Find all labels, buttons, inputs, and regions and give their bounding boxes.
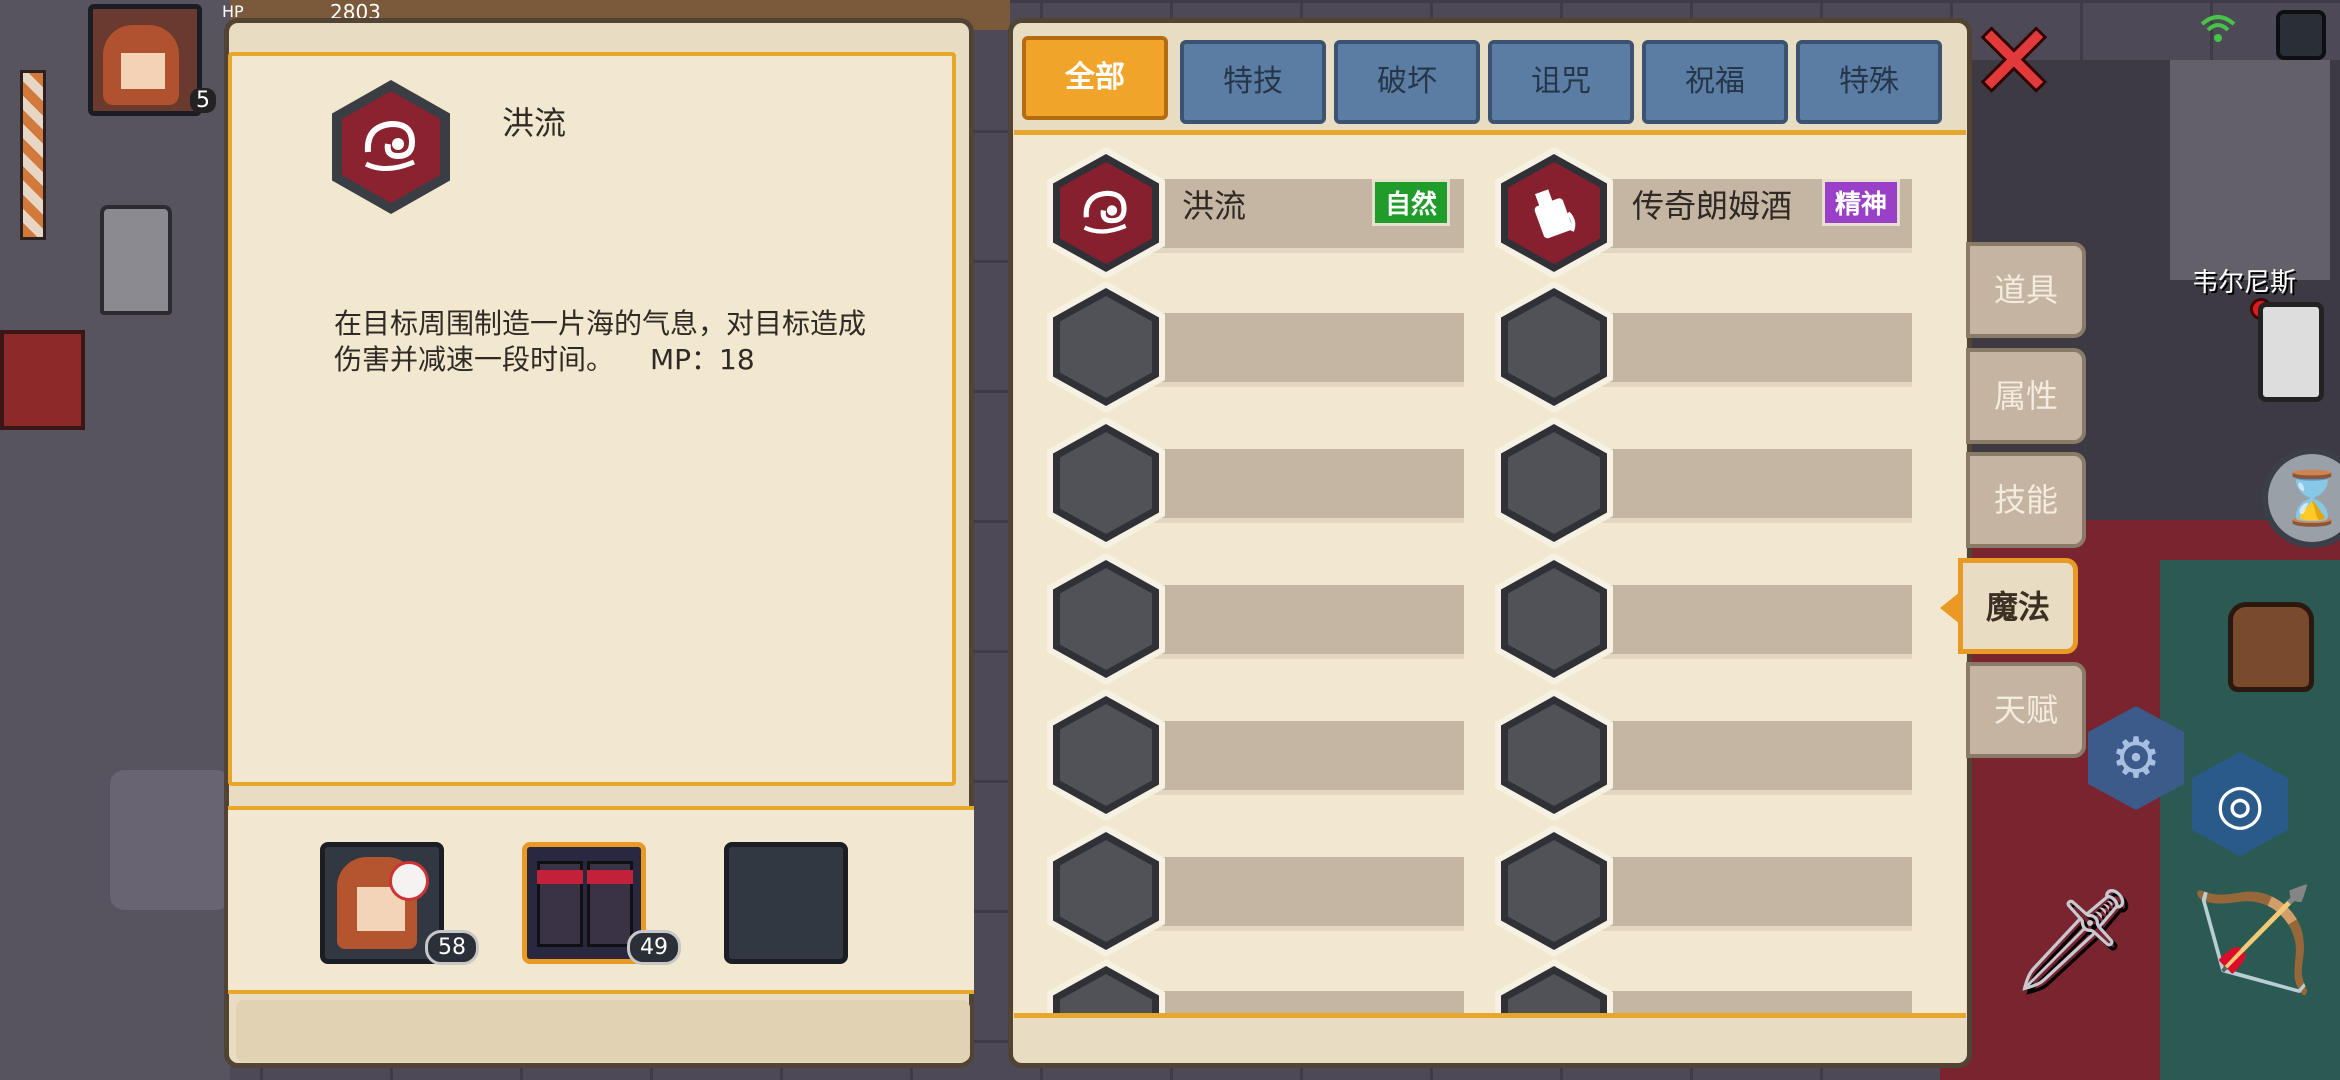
skill-name: 洪流: [1182, 187, 1247, 225]
description-text-2: 伤害并减速一段时间。: [334, 343, 615, 376]
skill-title: 洪流: [502, 104, 567, 142]
wifi-icon: [2200, 15, 2236, 42]
empty-slot-bar[interactable]: [1600, 721, 1912, 795]
category-tabs: 全部 特技 破坏 诅咒 祝福 特殊: [1020, 20, 1960, 124]
empty-slot-bar[interactable]: [1152, 991, 1464, 1013]
player-portrait[interactable]: [88, 4, 202, 116]
empty-skill-slot[interactable]: [1495, 281, 1613, 413]
skill-tag-nature: 自然: [1372, 179, 1451, 226]
minimap[interactable]: [2170, 60, 2330, 280]
empty-skill-slot[interactable]: [1047, 417, 1165, 549]
team-member-empty[interactable]: [724, 842, 848, 964]
empty-slot-bar[interactable]: [1600, 585, 1912, 659]
member-level: 49: [627, 930, 681, 965]
empty-slot-bar[interactable]: [1152, 585, 1464, 659]
sword-attack-icon[interactable]: 🗡: [2010, 880, 2137, 1000]
skill-tag-spirit: 精神: [1822, 179, 1901, 226]
phone-icon[interactable]: [2258, 302, 2324, 402]
side-tab-skills[interactable]: 技能: [1966, 452, 2086, 548]
tab-blessing[interactable]: 祝福: [1642, 40, 1788, 124]
empty-slot-bar[interactable]: [1152, 313, 1464, 387]
member-level: 58: [425, 930, 479, 965]
mp-cost: MP：18: [650, 343, 755, 376]
portrait-level: 5: [190, 88, 216, 113]
tab-destroy[interactable]: 破坏: [1334, 40, 1480, 124]
flood-wave-icon: [1083, 190, 1127, 234]
empty-skill-slot[interactable]: [1495, 689, 1613, 821]
portrait-face: [121, 53, 165, 89]
tab-special[interactable]: 特殊: [1796, 40, 1942, 124]
right-boot-icon: [587, 861, 633, 947]
empty-slot-bar[interactable]: [1600, 449, 1912, 523]
empty-slot-bar[interactable]: [1152, 449, 1464, 523]
empty-slot-bar[interactable]: [1152, 857, 1464, 931]
empty-skill-slot[interactable]: [1495, 825, 1613, 957]
empty-slot-bar[interactable]: [1600, 991, 1912, 1013]
bow-icon[interactable]: 🏹: [2190, 880, 2315, 1000]
wave-swirl-icon: [364, 120, 416, 171]
empty-skill-slot[interactable]: [1047, 825, 1165, 957]
empty-slot-bar[interactable]: [1152, 721, 1464, 795]
tab-curse[interactable]: 诅咒: [1488, 40, 1634, 124]
description-line-2: 伤害并减速一段时间。 MP：18: [334, 342, 934, 378]
empty-skill-slot[interactable]: [1047, 281, 1165, 413]
side-tab-magic[interactable]: 魔法: [1958, 558, 2078, 654]
left-boot-icon: [537, 861, 583, 947]
empty-slot-bar[interactable]: [1600, 857, 1912, 931]
team-member-hero[interactable]: 58: [320, 842, 479, 965]
fox-mask-icon: [389, 861, 429, 901]
empty-skill-slot[interactable]: [1047, 959, 1165, 1013]
knight-statue: [100, 205, 172, 315]
close-icon[interactable]: ✕: [1972, 12, 2056, 112]
rum-bottle-icon: [1534, 189, 1576, 239]
menu-button[interactable]: [2276, 10, 2326, 60]
skill-slot-flood[interactable]: [1047, 147, 1165, 279]
empty-skill-slot[interactable]: [1495, 959, 1613, 1013]
description-line-1: 在目标周围制造一片海的气息，对目标造成: [334, 307, 867, 340]
empty-skill-slot[interactable]: [1047, 689, 1165, 821]
detail-footer: [236, 1000, 970, 1062]
backpack-icon[interactable]: [2228, 602, 2314, 692]
empty-skill-slot[interactable]: [1047, 553, 1165, 685]
empty-slot-bar[interactable]: [1600, 313, 1912, 387]
side-tab-talent[interactable]: 天赋: [1966, 662, 2086, 758]
dpad-left[interactable]: [110, 770, 230, 910]
left-shelf: [0, 330, 85, 430]
npc-name: 韦尔尼斯: [2192, 268, 2297, 298]
skill-name: 传奇朗姆酒: [1632, 187, 1793, 225]
side-tab-attributes[interactable]: 属性: [1966, 348, 2086, 444]
active-tab-arrow-icon: [1940, 592, 1960, 624]
empty-skill-slot[interactable]: [1495, 553, 1613, 685]
tab-special-move[interactable]: 特技: [1180, 40, 1326, 124]
lamp-post: [20, 70, 46, 240]
skill-list[interactable]: 洪流 自然 传奇朗姆酒 精神: [1014, 130, 1966, 1018]
side-tab-items[interactable]: 道具: [1966, 242, 2086, 338]
tab-all[interactable]: 全部: [1022, 36, 1168, 120]
team-member-boots[interactable]: 49: [522, 842, 681, 965]
skill-description: 在目标周围制造一片海的气息，对目标造成 伤害并减速一段时间。 MP：18: [334, 306, 934, 378]
skill-slot-rum[interactable]: [1495, 147, 1613, 279]
empty-skill-slot[interactable]: [1495, 417, 1613, 549]
